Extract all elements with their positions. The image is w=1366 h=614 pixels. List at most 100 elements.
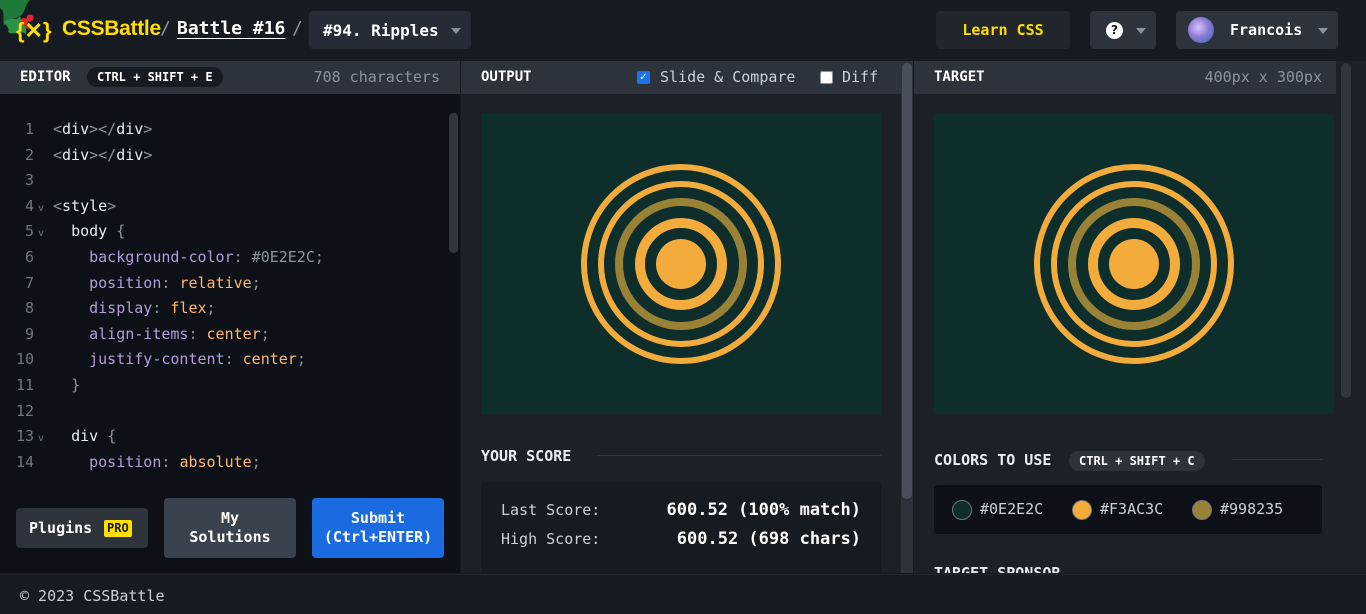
target-header: TARGET 400px x 300px	[914, 61, 1336, 94]
user-menu-button[interactable]: Francois	[1176, 11, 1338, 49]
code-text: }	[71, 375, 81, 394]
chevron-down-icon	[1136, 28, 1146, 34]
logo-mark: {✕}	[16, 18, 52, 43]
code-line: 8 display: flex;	[0, 296, 446, 322]
editor-title: EDITOR	[20, 69, 71, 85]
footer: © 2023 CSSBattle	[0, 574, 1366, 614]
code-text: position: relative;	[89, 273, 261, 292]
code-text: justify-content: center;	[89, 350, 306, 369]
code-text: body {	[71, 222, 126, 241]
code-line: 10 justify-content: center;	[0, 347, 446, 373]
chevron-down-icon	[451, 28, 461, 34]
high-score-label: High Score:	[501, 530, 601, 548]
learn-css-button[interactable]: Learn CSS	[936, 11, 1070, 49]
fold-icon[interactable]: v	[38, 426, 44, 452]
cssbattle-logo[interactable]: {✕} CSSBattle	[0, 0, 161, 61]
target-canvas[interactable]	[934, 114, 1334, 414]
score-box: Last Score: 600.52 (100% match) High Sco…	[481, 482, 881, 582]
diff-checkbox[interactable]	[820, 71, 833, 84]
submit-label-2: (Ctrl+ENTER)	[323, 528, 433, 546]
colors-shortcut-badge: CTRL + SHIFT + C	[1069, 451, 1205, 471]
your-score-title: YOUR SCORE	[481, 447, 572, 465]
help-button[interactable]: ?	[1090, 11, 1156, 49]
avatar	[1188, 17, 1214, 43]
code-text: <div></div>	[53, 120, 153, 138]
editor-scrollbar[interactable]	[449, 113, 458, 253]
editor-header: EDITOR CTRL + SHIFT + E 708 characters	[0, 61, 460, 94]
submit-label-1: Submit	[350, 509, 406, 527]
target-panel: TARGET 400px x 300px COLORS TO USE CTRL …	[914, 61, 1366, 573]
output-title: OUTPUT	[481, 69, 532, 85]
copyright: © 2023 CSSBattle	[20, 587, 165, 605]
code-line: 11 }	[0, 373, 446, 399]
ripples-output	[581, 164, 781, 364]
my-solutions-button[interactable]: My Solutions	[164, 498, 296, 558]
line-number: 12	[15, 401, 34, 420]
pro-badge: PRO	[104, 520, 132, 537]
plugins-label: Plugins	[29, 519, 93, 537]
colors-to-use-title: COLORS TO USE	[934, 451, 1052, 469]
line-number: 14	[15, 452, 34, 471]
diff-label[interactable]: Diff	[842, 68, 878, 86]
color-hex-label[interactable]: #0E2E2C	[980, 500, 1043, 518]
line-number: 10	[15, 350, 34, 369]
slide-compare-checkbox[interactable]: ✓	[637, 71, 650, 84]
color-swatch[interactable]	[1192, 500, 1212, 520]
target-select-label: #94. Ripples	[323, 21, 439, 40]
code-line: 4 v <style>	[0, 194, 446, 220]
ripples-target	[1034, 164, 1234, 364]
code-line: 14 position: absolute;	[0, 450, 446, 476]
code-text: position: absolute;	[89, 452, 261, 471]
target-size: 400px x 300px	[1204, 68, 1322, 86]
plugins-button[interactable]: Plugins PRO	[16, 508, 148, 548]
code-line: 9 align-items: center;	[0, 322, 446, 348]
target-select[interactable]: #94. Ripples	[309, 11, 471, 49]
line-number: 8	[24, 299, 34, 318]
last-score-value: 600.52 (100% match)	[666, 500, 861, 520]
my-solutions-label-1: My	[220, 509, 240, 527]
color-hex-label[interactable]: #F3AC3C	[1100, 500, 1163, 518]
line-number: 2	[24, 145, 34, 164]
divider	[1232, 459, 1322, 460]
code-line: 2 <div></div>	[0, 143, 446, 169]
line-number: 11	[15, 375, 34, 394]
code-editor[interactable]: 1 <div></div> 2 <div></div> 3 4 v <style> 5 v bod…	[0, 117, 446, 475]
line-number: 6	[24, 247, 34, 266]
output-canvas[interactable]	[481, 114, 881, 414]
output-panel: OUTPUT ✓ Slide & Compare Diff YOUR SCORE…	[461, 61, 913, 582]
color-swatch[interactable]	[952, 500, 972, 520]
code-line: 7 position: relative;	[0, 271, 446, 297]
line-number: 13	[15, 427, 34, 446]
logo-text: CSSBattle	[62, 17, 161, 40]
output-header: OUTPUT ✓ Slide & Compare Diff	[461, 61, 901, 94]
code-line: 5v body {	[0, 219, 446, 245]
code-line: 3	[0, 168, 446, 194]
code-line: 13 v div {	[0, 424, 446, 450]
top-header: {✕} CSSBattle / Battle #16 / #94. Ripple…	[0, 0, 1366, 61]
code-line: 1 <div></div>	[0, 117, 446, 143]
color-hex-label[interactable]: #998235	[1220, 500, 1283, 518]
code-text: background-color: #0E2E2C;	[89, 247, 324, 266]
submit-button[interactable]: Submit (Ctrl+ENTER)	[312, 498, 444, 558]
fold-icon[interactable]: v	[38, 221, 44, 247]
ripple-core	[656, 239, 706, 289]
line-number: 3	[24, 171, 34, 190]
color-swatch[interactable]	[1072, 500, 1092, 520]
battle-link[interactable]: Battle #16	[177, 18, 285, 39]
my-solutions-label-2: Solutions	[189, 528, 271, 546]
line-number: 9	[24, 324, 34, 343]
target-scrollbar[interactable]	[1341, 63, 1351, 398]
char-count: 708 characters	[313, 68, 440, 86]
divider	[597, 455, 881, 456]
ripple-core	[1109, 239, 1159, 289]
code-text: display: flex;	[89, 299, 216, 318]
slide-compare-label[interactable]: Slide & Compare	[660, 68, 795, 86]
breadcrumb-separator: /	[160, 18, 171, 39]
output-scrollbar[interactable]	[902, 63, 912, 499]
fold-icon[interactable]: v	[38, 196, 44, 222]
line-number: 5	[24, 222, 34, 241]
editor-shortcut-badge: CTRL + SHIFT + E	[87, 67, 223, 87]
colors-list: #0E2E2C #F3AC3C #998235	[934, 485, 1322, 534]
line-number: 4	[24, 196, 34, 215]
target-title: TARGET	[934, 69, 985, 85]
